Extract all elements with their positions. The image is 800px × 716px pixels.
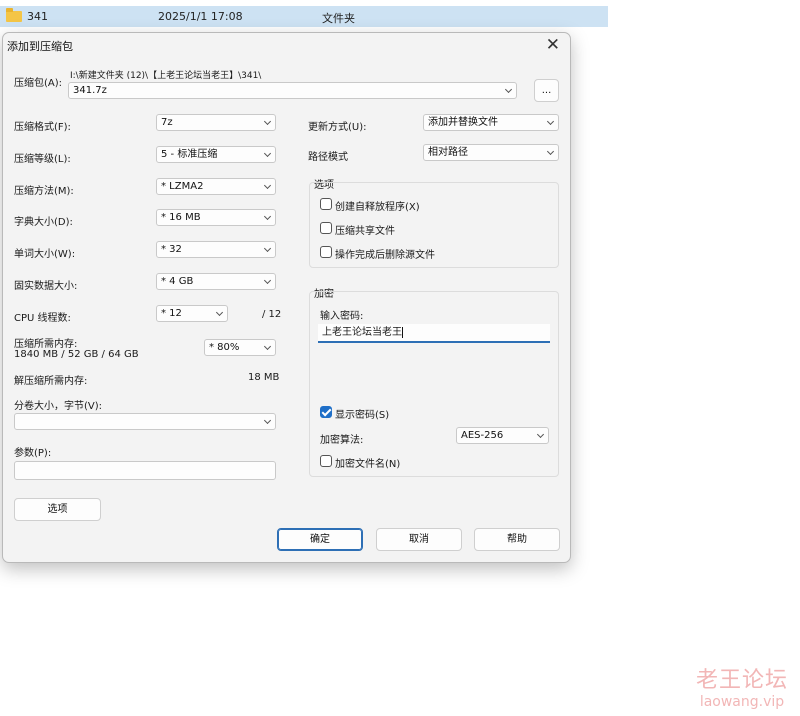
watermark: 老王论坛 laowang.vip [696,662,788,710]
show-password-checkbox[interactable]: 显示密码(S) [320,406,470,421]
mem-label: 压缩所需内存: [14,339,78,350]
dialog-title: 添加到压缩包 [7,40,73,53]
chevron-down-icon [536,430,545,439]
help-button[interactable]: 帮助 [474,528,560,551]
delete-label: 操作完成后删除源文件 [335,250,435,261]
pathmode-value: 相对路径 [428,147,468,158]
mem-detail: 1840 MB / 52 GB / 64 GB [14,349,139,360]
encrypt-names-label: 加密文件名(N) [335,459,401,470]
chevron-down-icon [263,342,272,351]
params-label: 参数(P): [14,448,52,459]
solid-value: * 4 GB [161,276,194,287]
folder-type: 文件夹 [322,12,355,25]
archive-name-combo[interactable]: 341.7z [68,82,517,99]
word-label: 单词大小(W): [14,249,76,260]
shared-label: 压缩共享文件 [335,226,395,237]
text-cursor [402,326,403,338]
solid-label: 固实数据大小: [14,281,78,292]
format-value: 7z [161,117,173,128]
password-value: 上老王论坛当老王 [322,327,402,338]
chevron-down-icon [263,276,272,285]
checkbox-icon [320,222,332,234]
level-value: 5 - 标准压缩 [161,149,218,160]
checkbox-checked-icon [320,406,332,418]
chevron-down-icon [546,147,555,156]
enc-method-label: 加密算法: [320,435,364,446]
delete-checkbox[interactable]: 操作完成后删除源文件 [320,246,520,261]
dict-value: * 16 MB [161,212,201,223]
split-label: 分卷大小，字节(V): [14,401,103,412]
chevron-down-icon [263,416,272,425]
password-input[interactable]: 上老王论坛当老王 [318,324,550,343]
word-select[interactable]: * 32 [156,241,276,258]
show-password-label: 显示密码(S) [335,410,390,421]
chevron-down-icon [263,149,272,158]
method-label: 压缩方法(M): [14,186,74,197]
cpu-label: CPU 线程数: [14,313,71,324]
word-value: * 32 [161,244,182,255]
sfx-label: 创建自释放程序(X) [335,202,420,213]
cpu-max: / 12 [262,309,282,320]
browse-button[interactable]: ... [534,79,559,102]
add-to-archive-dialog: 添加到压缩包 ✕ 压缩包(A): I:\新建文件夹 (12)\【上老王论坛当老王… [2,32,571,563]
split-combo[interactable] [14,413,276,430]
chevron-down-icon [263,212,272,221]
update-label: 更新方式(U): [308,122,367,133]
archive-path: I:\新建文件夹 (12)\【上老王论坛当老王】\341\ [70,71,262,81]
folder-name: 341 [27,10,48,23]
explorer-folder-row[interactable]: 341 2025/1/1 17:08 文件夹 [0,6,608,27]
dict-select[interactable]: * 16 MB [156,209,276,226]
cpu-value: * 12 [161,308,182,319]
update-select[interactable]: 添加并替换文件 [423,114,559,131]
chevron-down-icon [263,117,272,126]
watermark-title: 老王论坛 [695,668,788,693]
level-select[interactable]: 5 - 标准压缩 [156,146,276,163]
chevron-down-icon [263,181,272,190]
folder-date: 2025/1/1 17:08 [158,10,243,23]
checkbox-icon [320,246,332,258]
dict-label: 字典大小(D): [14,217,73,228]
chevron-down-icon [546,117,555,126]
sfx-checkbox[interactable]: 创建自释放程序(X) [320,198,520,213]
checkbox-icon [320,198,332,210]
chevron-down-icon [263,244,272,253]
options-button[interactable]: 选项 [14,498,101,521]
params-input[interactable] [14,461,276,480]
method-select[interactable]: * LZMA2 [156,178,276,195]
format-label: 压缩格式(F): [14,122,71,133]
level-label: 压缩等级(L): [14,154,71,165]
decomp-value: 18 MB [248,372,280,383]
enc-method-select[interactable]: AES-256 [456,427,549,444]
enc-method-value: AES-256 [461,430,504,441]
archive-name-value: 341.7z [73,85,107,96]
mem-value: * 80% [209,342,240,353]
update-value: 添加并替换文件 [428,117,498,128]
mem-select[interactable]: * 80% [204,339,276,356]
chevron-down-icon [504,85,513,94]
dialog-titlebar: 添加到压缩包 ✕ [3,33,570,57]
pwd-label: 输入密码: [320,311,364,322]
cancel-button[interactable]: 取消 [376,528,462,551]
chevron-down-icon [215,308,224,317]
archive-label: 压缩包(A): [14,78,63,89]
cpu-select[interactable]: * 12 [156,305,228,322]
checkbox-icon [320,455,332,467]
pathmode-label: 路径模式 [308,152,348,163]
shared-checkbox[interactable]: 压缩共享文件 [320,222,520,237]
solid-select[interactable]: * 4 GB [156,273,276,290]
ok-button[interactable]: 确定 [277,528,363,551]
folder-icon [6,8,22,22]
watermark-url: laowang.vip [699,694,785,710]
close-icon[interactable]: ✕ [546,35,560,55]
pathmode-select[interactable]: 相对路径 [423,144,559,161]
method-value: * LZMA2 [161,181,204,192]
decomp-label: 解压缩所需内存: [14,376,88,387]
format-select[interactable]: 7z [156,114,276,131]
encrypt-names-checkbox[interactable]: 加密文件名(N) [320,455,470,470]
